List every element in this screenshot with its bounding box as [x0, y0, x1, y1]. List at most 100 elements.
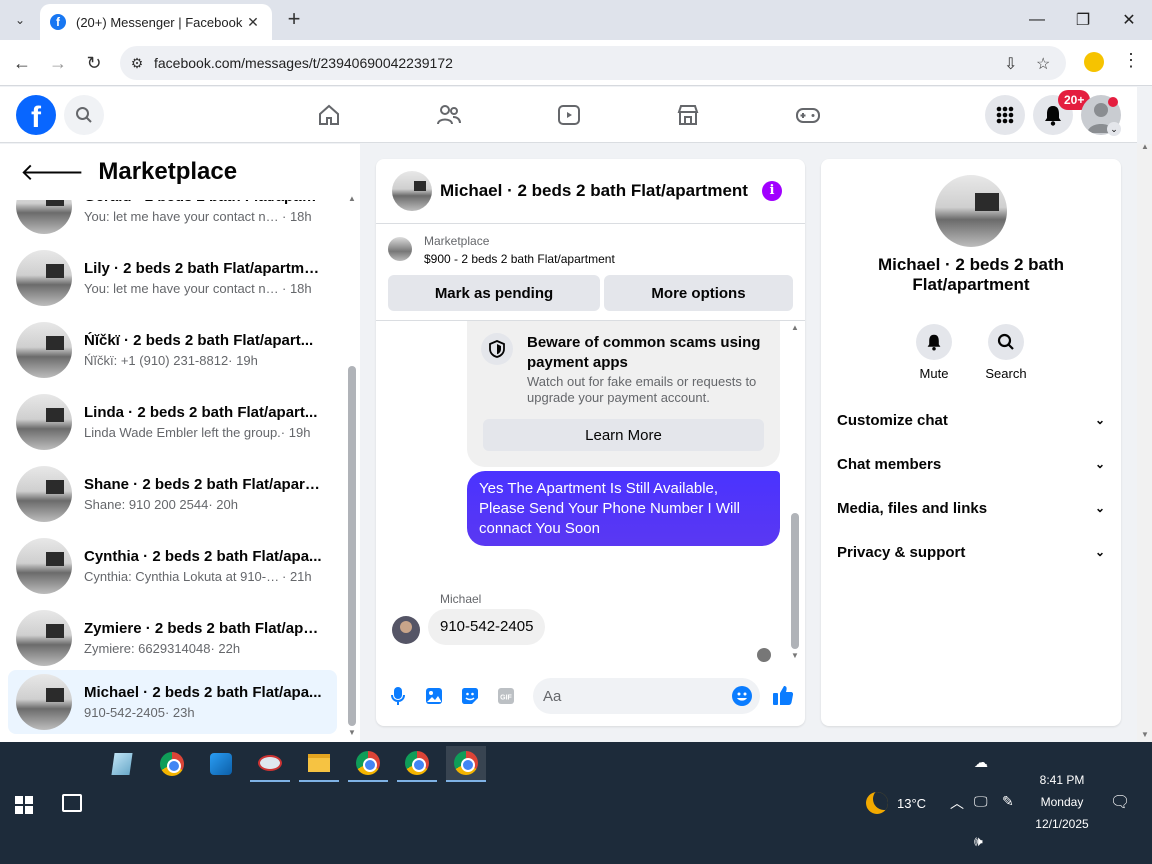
chrome-profile-app-icon[interactable] — [397, 746, 437, 782]
conversation-name: Cynthia · 2 beds 2 bath Flat/apa... — [84, 548, 322, 565]
more-options-button[interactable]: More options — [604, 275, 793, 311]
tab-search-chevron-icon[interactable]: ⌄ — [8, 8, 32, 32]
chat-listing-thumbnail[interactable] — [392, 171, 432, 211]
file-explorer-icon[interactable] — [299, 746, 339, 782]
conversation-item[interactable]: Ńĭčkï · 2 beds 2 bath Flat/apart... Ńĭčkï… — [8, 318, 337, 382]
chrome-app-icon[interactable] — [152, 746, 192, 782]
paint-app-icon[interactable] — [250, 746, 290, 782]
learn-more-button[interactable]: Learn More — [483, 419, 764, 451]
clock-day[interactable]: Monday — [1030, 795, 1094, 809]
browser-menu-icon[interactable]: ⋮ — [1122, 50, 1140, 71]
task-view-icon[interactable] — [62, 794, 82, 812]
shield-icon — [481, 333, 513, 365]
conversation-name: Lily · 2 beds 2 bath Flat/apartme... — [84, 260, 322, 277]
extension-icon[interactable] — [1084, 52, 1104, 72]
mark-as-pending-button[interactable]: Mark as pending — [388, 275, 600, 311]
tab-close-icon[interactable]: ✕ — [244, 14, 262, 31]
conversation-item[interactable]: Linda · 2 beds 2 bath Flat/apart... Linda… — [8, 390, 337, 454]
scroll-up-icon[interactable]: ▲ — [1141, 142, 1149, 151]
browser-toolbar: ← → ↻ ⚙ facebook.com/messages/t/23940690… — [0, 40, 1152, 86]
sidebar-scroll-thumb[interactable] — [348, 366, 356, 726]
pen-icon[interactable]: ✎ — [1002, 793, 1014, 810]
back-button[interactable]: ← — [10, 51, 34, 75]
conversation-item[interactable]: Cynthia · 2 beds 2 bath Flat/apa... Cynth… — [8, 534, 337, 598]
chat-members-section[interactable]: Chat members ⌄ — [837, 452, 1105, 476]
listing-thumbnail — [16, 538, 72, 594]
onedrive-cloud-icon[interactable]: ☁ — [974, 754, 988, 771]
facebook-logo-icon[interactable]: f — [16, 95, 56, 135]
conversation-name: Zymiere · 2 beds 2 bath Flat/apa... — [84, 620, 322, 637]
forward-button[interactable]: → — [46, 51, 70, 75]
conversation-item-active[interactable]: Michael · 2 beds 2 bath Flat/apa... 910-5… — [8, 670, 337, 734]
profile-listing-thumbnail[interactable] — [935, 175, 1007, 247]
emoji-icon[interactable] — [732, 686, 752, 706]
address-bar[interactable]: ⚙ facebook.com/messages/t/23940690042239… — [120, 46, 1066, 80]
search-icon[interactable] — [988, 324, 1024, 360]
network-icon[interactable]: 🖵 — [974, 793, 988, 810]
back-arrow-icon[interactable]: 🡐 — [20, 157, 84, 187]
scroll-down-icon[interactable]: ▼ — [791, 651, 799, 660]
conversation-item[interactable]: Zymiere · 2 beds 2 bath Flat/apa... Zymie… — [8, 606, 337, 670]
photos-app-icon[interactable] — [201, 746, 241, 782]
scroll-up-icon[interactable]: ▲ — [348, 194, 356, 203]
sidebar-scrollbar[interactable]: ▲ ▼ — [345, 194, 359, 742]
install-app-icon[interactable]: ⇩ — [1004, 54, 1017, 74]
chat-scrollbar[interactable]: ▲ ▼ — [789, 323, 801, 660]
gif-icon[interactable]: GIF — [496, 686, 516, 706]
message-input[interactable]: Aa — [533, 678, 760, 714]
home-icon[interactable] — [315, 101, 343, 129]
site-settings-icon[interactable]: ⚙ — [120, 55, 154, 72]
photo-icon[interactable] — [424, 686, 444, 706]
thumbs-up-icon[interactable] — [772, 684, 794, 706]
notepad-app-icon[interactable] — [102, 746, 142, 782]
restore-button[interactable]: ❐ — [1060, 0, 1106, 40]
scroll-down-icon[interactable]: ▼ — [348, 728, 356, 737]
chrome-profile-app-icon[interactable] — [446, 746, 486, 782]
bookmark-star-icon[interactable]: ☆ — [1036, 54, 1050, 74]
bell-icon[interactable] — [916, 324, 952, 360]
sticker-icon[interactable] — [460, 686, 480, 706]
friends-icon[interactable] — [435, 101, 463, 129]
minimize-button[interactable]: — — [1014, 0, 1060, 40]
info-icon[interactable]: i — [762, 181, 782, 201]
search-icon[interactable] — [64, 95, 104, 135]
clock-time[interactable]: 8:41 PM — [1030, 773, 1094, 787]
microphone-icon[interactable] — [388, 686, 408, 706]
conversation-item[interactable]: Shane · 2 beds 2 bath Flat/apart... Shane… — [8, 462, 337, 526]
account-chevron-down-icon[interactable]: ⌄ — [1107, 122, 1121, 136]
page-scrollbar[interactable]: ▲ ▼ — [1137, 142, 1152, 742]
privacy-support-section[interactable]: Privacy & support ⌄ — [837, 540, 1105, 564]
notification-center-icon[interactable]: 🗨 — [1110, 792, 1130, 812]
weather-moon-icon[interactable] — [866, 792, 888, 814]
menu-grid-icon[interactable] — [985, 95, 1025, 135]
media-files-links-section[interactable]: Media, files and links ⌄ — [837, 496, 1105, 520]
chevron-up-icon[interactable]: ︿ — [950, 793, 964, 813]
chrome-profile-app-icon[interactable] — [348, 746, 388, 782]
chat-title[interactable]: Michael · 2 beds 2 bath Flat/apartment — [440, 181, 748, 201]
windows-start-icon[interactable] — [15, 796, 33, 814]
scroll-up-icon[interactable]: ▲ — [791, 323, 799, 332]
video-icon[interactable] — [555, 101, 583, 129]
customize-chat-section[interactable]: Customize chat ⌄ — [837, 408, 1105, 432]
sender-avatar[interactable] — [392, 616, 420, 644]
listing-price[interactable]: $900 - 2 beds 2 bath Flat/apartment — [424, 252, 615, 266]
search-action[interactable]: Search — [976, 324, 1036, 381]
seen-avatar-indicator — [757, 648, 771, 662]
incoming-message: 910-542-2405 — [428, 609, 546, 645]
conversation-snippet: Linda Wade Embler left the group. — [84, 425, 281, 440]
conversation-item[interactable]: Lily · 2 beds 2 bath Flat/apartme... You:… — [8, 246, 337, 310]
gaming-icon[interactable] — [794, 101, 822, 129]
mute-action[interactable]: Mute — [904, 324, 964, 381]
reload-button[interactable]: ↻ — [82, 51, 106, 75]
marketplace-label: Marketplace — [424, 234, 490, 248]
clock-date[interactable]: 12/1/2025 — [1030, 817, 1094, 831]
browser-tab[interactable]: f (20+) Messenger | Facebook ✕ — [40, 4, 272, 40]
volume-icon[interactable]: 🕪 — [974, 833, 983, 850]
new-tab-button[interactable]: + — [282, 8, 306, 32]
weather-temp[interactable]: 13°C — [897, 796, 926, 811]
chevron-down-icon: ⌄ — [1094, 413, 1105, 427]
close-window-button[interactable]: ✕ — [1106, 0, 1152, 40]
chat-scroll-thumb[interactable] — [791, 513, 799, 649]
scroll-down-icon[interactable]: ▼ — [1141, 730, 1149, 739]
marketplace-icon[interactable] — [674, 101, 702, 129]
